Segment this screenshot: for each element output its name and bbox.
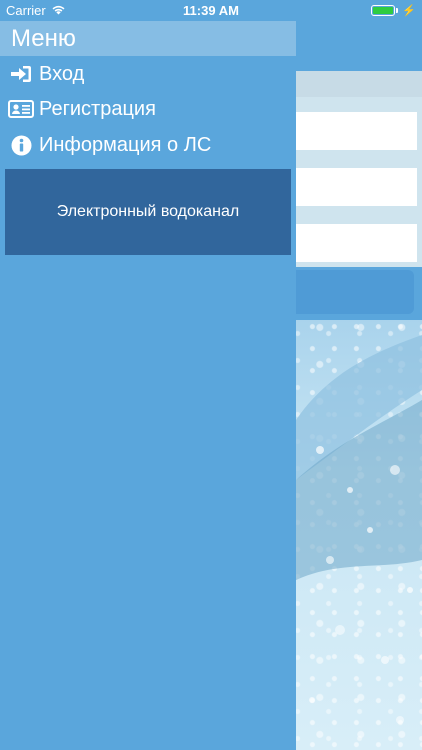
menu-item-registration[interactable]: Регистрация [0,92,296,126]
id-card-icon [8,98,34,120]
charging-bolt-icon: ⚡ [402,5,416,17]
menu-title: Меню [0,21,296,56]
menu-item-login[interactable]: Вход [0,57,296,91]
menu-item-label: Вход [39,62,85,85]
battery-icon [371,5,396,16]
battery-area: ⚡ [371,4,416,17]
menu-item-label: Информация о ЛС [39,133,212,156]
clock: 11:39 AM [183,3,239,18]
info-circle-icon [8,134,34,156]
app-banner: Электронный водоканал [5,169,291,255]
menu-item-label: Регистрация [39,97,156,120]
sign-in-icon [8,63,34,85]
status-bar: Carrier 11:39 AM ⚡ [0,0,422,22]
menu-item-account-info[interactable]: Информация о ЛС [0,128,296,162]
side-menu-drawer: Меню Вход Регистрация Информация о ЛС Эл… [0,0,296,750]
